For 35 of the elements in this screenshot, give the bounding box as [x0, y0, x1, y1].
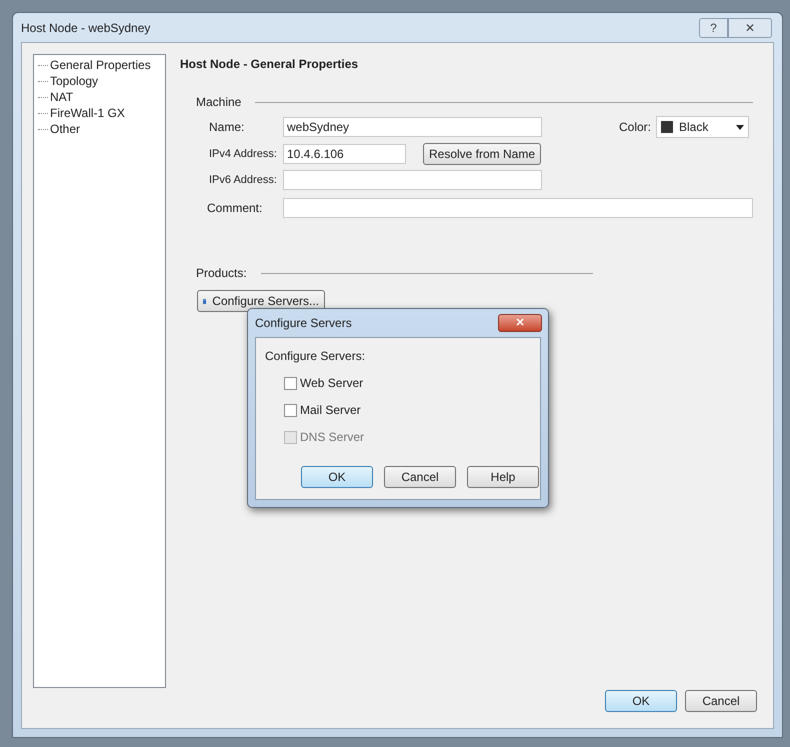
dialog-title: Configure Servers [255, 315, 353, 332]
dropdown-arrow-icon [736, 124, 744, 130]
checkbox-label: Web Server [300, 375, 364, 392]
section-title: Products: [196, 265, 247, 282]
name-label: Name: [209, 119, 246, 136]
comment-label: Comment: [207, 200, 264, 217]
tree-item[interactable]: FireWall-1 GX [50, 104, 125, 122]
close-button[interactable]: ✕ [728, 18, 772, 38]
window-title: Host Node - webSydney [21, 20, 152, 36]
cancel-button[interactable]: Cancel [685, 690, 757, 712]
name-field[interactable]: webSydney [283, 117, 542, 137]
help-button[interactable]: Help [467, 466, 539, 488]
ipv4-label: IPv4 Address: [209, 146, 278, 162]
ok-button[interactable]: OK [301, 466, 373, 488]
ipv6-label: IPv6 Address: [209, 172, 278, 188]
cancel-button[interactable]: Cancel [384, 466, 456, 488]
color-dropdown[interactable]: Black [656, 116, 749, 138]
group-label: Configure Servers: [265, 348, 366, 365]
resolve-button[interactable]: Resolve from Name [423, 143, 541, 165]
section-title: Machine [196, 94, 242, 111]
tree-item[interactable]: General Properties [50, 56, 151, 74]
tree-item[interactable]: Topology [50, 72, 98, 90]
ipv4-field[interactable]: 10.4.6.106 [283, 144, 406, 164]
checkbox[interactable] [284, 404, 297, 416]
tree-item[interactable]: Other [50, 120, 80, 138]
ipv6-field[interactable] [283, 170, 542, 190]
help-button[interactable]: ? [699, 18, 728, 38]
ok-button[interactable]: OK [605, 690, 677, 712]
comment-field[interactable] [283, 198, 753, 218]
page-heading: Host Node - General Properties [180, 56, 360, 73]
checkbox-label: Mail Server [300, 402, 361, 419]
checkbox-label: DNS Server [300, 429, 364, 446]
tree-item[interactable]: NAT [50, 88, 74, 106]
color-label: Color: [619, 119, 652, 136]
checkbox[interactable] [284, 376, 297, 390]
